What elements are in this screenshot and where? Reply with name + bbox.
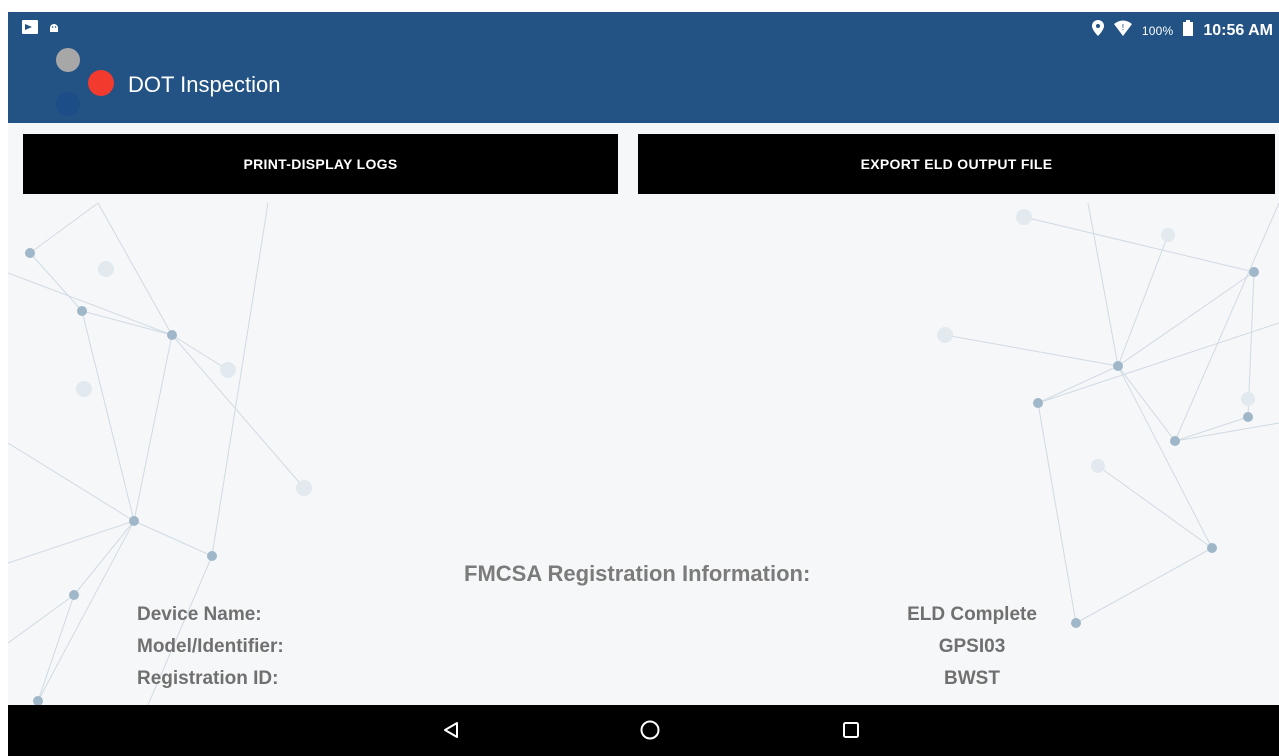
android-icon xyxy=(48,21,60,39)
registration-label: Model/Identifier: xyxy=(137,636,284,657)
registration-label: Registration ID: xyxy=(137,668,279,689)
registration-title: FMCSA Registration Information: xyxy=(464,561,811,586)
export-eld-output-file-button[interactable]: EXPORT ELD OUTPUT FILE xyxy=(638,134,1275,194)
registration-value: GPSI03 xyxy=(938,636,1006,657)
print-display-logs-button[interactable]: PRINT-DISPLAY LOGS xyxy=(23,134,618,194)
logo-red-dot xyxy=(88,70,114,96)
app-bar: ! 100% 10:56 AM DOT Inspection xyxy=(8,12,1279,123)
system-nav-bar xyxy=(8,705,1279,756)
registration-row-registration-id: Registration ID: BWST xyxy=(137,668,1237,692)
location-icon xyxy=(1091,20,1104,41)
registration-value: BWST xyxy=(944,668,1000,689)
registration-label: Device Name: xyxy=(137,604,262,625)
app-title: DOT Inspection xyxy=(128,72,281,97)
battery-level: 100% xyxy=(1141,23,1174,38)
notification-icon xyxy=(22,20,38,39)
clock: 10:56 AM xyxy=(1203,21,1273,39)
recents-icon[interactable] xyxy=(836,715,866,745)
top-strip xyxy=(0,0,1279,12)
home-icon[interactable] xyxy=(635,715,665,745)
main-content: PRINT-DISPLAY LOGS EXPORT ELD OUTPUT FIL… xyxy=(8,123,1279,705)
battery-icon xyxy=(1183,20,1194,41)
app-logo xyxy=(54,48,124,122)
logo-blue-dot xyxy=(56,92,80,116)
wifi-icon: ! xyxy=(1113,20,1132,41)
status-bar: ! 100% 10:56 AM xyxy=(8,12,1279,48)
registration-row-device-name: Device Name: ELD Complete xyxy=(137,604,1237,628)
svg-text:!: ! xyxy=(1121,23,1124,32)
logo-gray-dot xyxy=(56,48,80,72)
registration-value: ELD Complete xyxy=(907,604,1037,625)
back-icon[interactable] xyxy=(436,715,466,745)
registration-row-model: Model/Identifier: GPSI03 xyxy=(137,636,1237,660)
